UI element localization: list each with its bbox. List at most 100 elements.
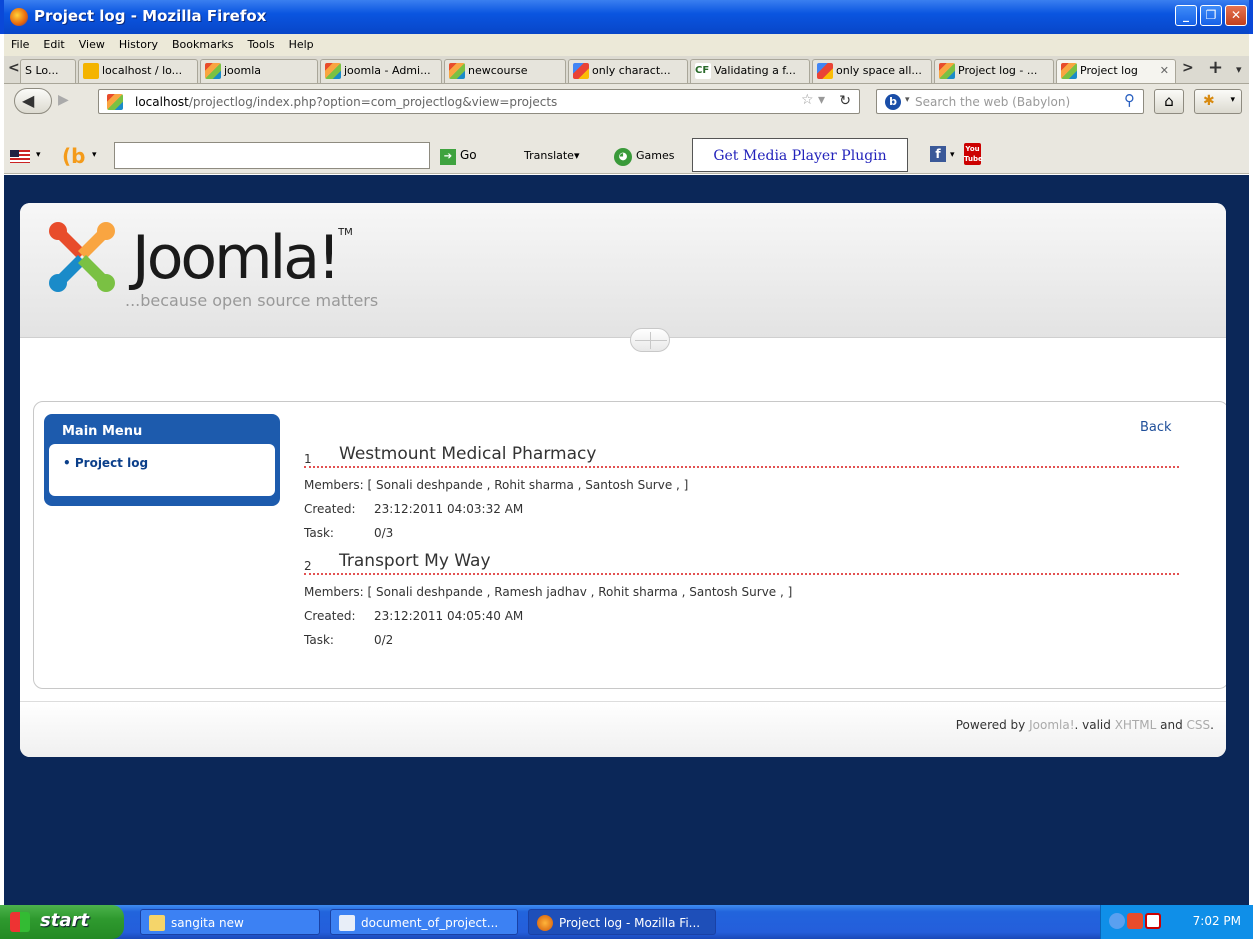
maximize-button[interactable]: ❐ [1200, 5, 1222, 26]
brand-text: Joomla! [132, 223, 341, 293]
cf-icon: CF [695, 63, 711, 79]
tab-label: only space all... [836, 64, 922, 77]
tab-list-icon[interactable]: ▾ [1236, 63, 1242, 76]
tray-search-icon[interactable] [1145, 913, 1161, 929]
main-menu-body: • Project log [49, 444, 275, 496]
tabs-scroll-left-icon[interactable]: < [8, 60, 20, 76]
close-window-button[interactable]: ✕ [1225, 5, 1247, 26]
url-bar[interactable]: localhost/projectlog/index.php?option=co… [98, 89, 860, 114]
youtube-icon[interactable]: You Tube [964, 143, 983, 165]
joomla-icon [939, 63, 955, 79]
trademark: TM [338, 227, 353, 238]
addon-dropdown-icon: ▾ [1230, 95, 1235, 105]
tab-close-icon[interactable]: ✕ [1160, 60, 1169, 82]
search-engine-dropdown-icon[interactable]: ▾ [905, 95, 910, 105]
babylon-search-input[interactable] [114, 142, 430, 169]
home-button[interactable]: ⌂ [1154, 89, 1184, 114]
forward-arrow-icon[interactable]: ▶ [58, 92, 69, 108]
taskbar-button-label: document_of_project... [361, 916, 499, 930]
back-button[interactable]: ◀ [14, 88, 52, 114]
tab-project-log-1[interactable]: Project log - ... [934, 59, 1054, 83]
tab-s-lo[interactable]: S Lo... [20, 59, 76, 83]
menu-file[interactable]: File [4, 34, 36, 51]
tab-label: Project log - ... [958, 64, 1038, 77]
language-flag-icon[interactable] [10, 150, 30, 163]
project-divider [304, 466, 1179, 468]
project-created: Created: 23:12:2011 04:05:40 AM [304, 609, 523, 623]
babylon-logo-icon[interactable]: (b [62, 144, 85, 168]
tab-joomla[interactable]: joomla [200, 59, 318, 83]
tray-app-icon[interactable] [1127, 913, 1143, 929]
facebook-dropdown-icon[interactable]: ▾ [950, 150, 955, 160]
xhtml-link[interactable]: XHTML [1115, 718, 1157, 732]
tab-label: Project log [1080, 64, 1138, 77]
joomla-logo-icon[interactable] [42, 217, 122, 297]
project-number: 1 [304, 452, 312, 466]
project-task: Task: 0/2 [304, 633, 393, 647]
system-tray: 7:02 PM [1100, 905, 1253, 939]
joomla-icon [205, 63, 221, 79]
facebook-icon[interactable]: f [930, 146, 946, 162]
joomla-link[interactable]: Joomla! [1029, 718, 1074, 732]
reload-icon[interactable]: ↻ [839, 93, 851, 109]
menu-view[interactable]: View [72, 34, 112, 51]
tab-only-space[interactable]: only space all... [812, 59, 932, 83]
flag-dropdown-icon[interactable]: ▾ [36, 150, 41, 160]
header-toggle-knob[interactable] [630, 328, 670, 352]
games-button[interactable]: ◕ Games [614, 148, 674, 166]
google-icon [817, 63, 833, 79]
site-header: Joomla!TM ...because open source matters [20, 203, 1226, 338]
addon-button[interactable]: ✱ ▾ [1194, 89, 1242, 114]
tab-project-log-active[interactable]: Project log ✕ [1056, 59, 1176, 83]
media-plugin-button[interactable]: Get Media Player Plugin [692, 138, 908, 172]
tab-only-charact[interactable]: only charact... [568, 59, 688, 83]
tray-expand-icon[interactable] [1109, 913, 1125, 929]
search-magnifier-icon[interactable]: ⚲ [1124, 91, 1135, 109]
minimize-button[interactable]: _ [1175, 5, 1197, 26]
new-tab-icon[interactable]: + [1208, 57, 1223, 78]
menu-item-project-log[interactable]: • Project log [63, 456, 148, 470]
tabs-scroll-right-icon[interactable]: > [1182, 60, 1194, 76]
tab-phpmyadmin[interactable]: localhost / lo... [78, 59, 198, 83]
firefox-icon [10, 8, 28, 26]
menu-help[interactable]: Help [282, 34, 321, 51]
word-document-icon [339, 915, 355, 931]
babylon-toolbar: ▾ (b ▾ ➔ Go Translate▾ ◕ Games Get Media P… [4, 138, 1249, 174]
project-title-link[interactable]: Westmount Medical Pharmacy [339, 444, 596, 464]
tab-newcourse[interactable]: newcourse [444, 59, 566, 83]
main-menu-title: Main Menu [62, 424, 143, 439]
tab-validating[interactable]: CF Validating a f... [690, 59, 810, 83]
window-title: Project log - Mozilla Firefox [34, 7, 267, 25]
menu-bar: File Edit View History Bookmarks Tools Help [4, 34, 1249, 56]
menu-bookmarks[interactable]: Bookmarks [165, 34, 240, 51]
created-value: 23:12:2011 04:03:32 AM [374, 502, 524, 516]
bookmark-star-icon[interactable]: ☆ ▾ [801, 92, 825, 108]
go-arrow-icon: ➔ [440, 149, 456, 165]
url-path: /projectlog/index.php?option=com_project… [188, 95, 558, 109]
taskbar-folder-button[interactable]: sangita new [140, 909, 320, 935]
babylon-dropdown-icon[interactable]: ▾ [92, 150, 97, 160]
css-link[interactable]: CSS [1187, 718, 1211, 732]
tab-joomla-admin[interactable]: joomla - Admi... [320, 59, 442, 83]
translate-button[interactable]: Translate▾ [524, 149, 579, 162]
firefox-icon [537, 915, 553, 931]
tab-bar: < S Lo... localhost / lo... joomla jooml… [4, 56, 1249, 84]
tab-label: only charact... [592, 64, 671, 77]
powered-by-text: Powered by Joomla!. valid XHTML and CSS. [956, 718, 1214, 732]
taskbar-document-button[interactable]: document_of_project... [330, 909, 518, 935]
tab-label: localhost / lo... [102, 64, 183, 77]
menu-history[interactable]: History [112, 34, 165, 51]
search-box[interactable]: b ▾ Search the web (Babylon) ⚲ [876, 89, 1144, 114]
tab-label: joomla [224, 64, 262, 77]
url-host: localhost [135, 95, 189, 109]
taskbar-firefox-button[interactable]: Project log - Mozilla Fi... [528, 909, 716, 935]
menu-edit[interactable]: Edit [36, 34, 71, 51]
project-title-link[interactable]: Transport My Way [339, 551, 491, 571]
start-button[interactable]: start [0, 905, 124, 939]
menu-tools[interactable]: Tools [240, 34, 281, 51]
go-button[interactable]: ➔ Go [440, 148, 477, 165]
created-label: Created: [304, 609, 356, 623]
back-link[interactable]: Back [1140, 420, 1172, 435]
content-box: Main Menu • Project log Back 1 Westmount… [33, 401, 1226, 689]
url-text[interactable]: localhost/projectlog/index.php?option=co… [135, 95, 557, 109]
